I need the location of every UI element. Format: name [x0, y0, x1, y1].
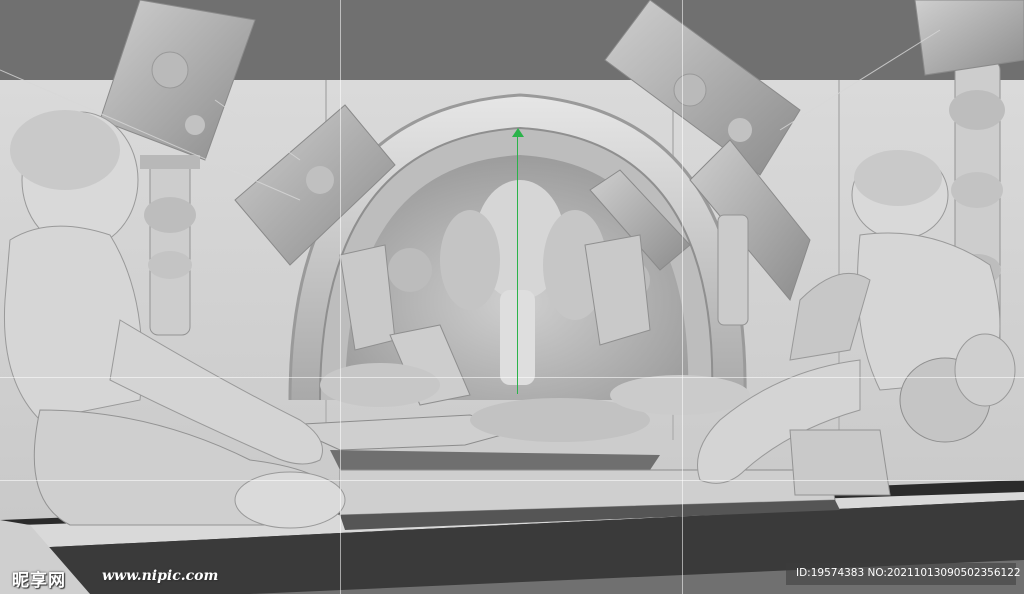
viewport-guide-vertical [340, 0, 341, 594]
y-axis-arrow-icon[interactable] [512, 128, 524, 137]
column-left [140, 155, 200, 336]
3d-viewport[interactable]: 昵享网 www.nipic.com ID:19574383 NO:2021101… [0, 0, 1024, 594]
viewport-guide-horizontal [0, 377, 1024, 378]
y-axis-gizmo[interactable] [517, 132, 518, 394]
watermark-id-text: ID:19574383 NO:20211013090502356122 [796, 567, 1021, 579]
watermark-url: www.nipic.com [102, 568, 219, 584]
viewport-guide-vertical [682, 0, 683, 594]
sculpture-model [0, 0, 1024, 594]
watermark-logo: 昵享网 [12, 571, 66, 591]
viewport-guide-horizontal [0, 480, 1024, 481]
